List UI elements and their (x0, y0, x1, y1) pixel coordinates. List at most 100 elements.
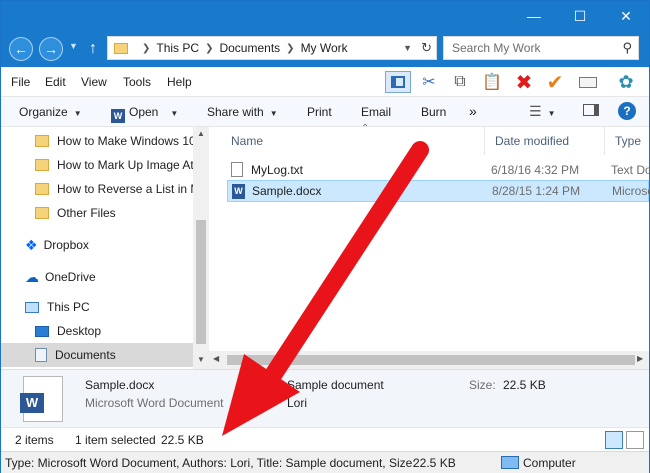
delete-icon[interactable]: ✖ (511, 71, 537, 94)
cut-icon[interactable]: ✂ (416, 71, 442, 93)
sidebar-item-label: Other Files (57, 206, 116, 220)
navigation-scrollbar[interactable]: ▲ ▼ (193, 127, 209, 369)
column-header-date[interactable]: Date modified (485, 127, 605, 155)
chevron-right-icon[interactable]: ❯ (205, 43, 213, 54)
share-with-button[interactable]: Share with ▼ (207, 105, 278, 119)
dropbox-icon: ❖ (25, 236, 38, 253)
open-label: Open (129, 105, 159, 119)
table-row[interactable]: W Sample.docx 8/28/15 1:24 PM Microsc (227, 180, 650, 202)
sidebar-item-label: How to Mark Up Image At (57, 158, 193, 172)
onedrive-icon: ☁ (25, 268, 39, 285)
sidebar-item-folder-1[interactable]: How to Make Windows 10 (1, 129, 193, 153)
status-item-count: 2 items (15, 433, 54, 447)
column-header-name[interactable]: Name ⌃ (221, 123, 485, 155)
details-filename: Sample.docx (85, 378, 155, 392)
scroll-right-icon[interactable]: ▶ (637, 354, 643, 363)
breadcrumb-my-work[interactable]: My Work (301, 41, 348, 55)
menu-file[interactable]: File (11, 75, 30, 89)
rename-icon[interactable] (575, 71, 601, 93)
shell-icon[interactable]: ✿ (613, 71, 639, 93)
scroll-up-icon[interactable]: ▲ (197, 129, 205, 138)
paste-icon[interactable]: 📋 (479, 71, 505, 93)
table-row[interactable]: MyLog.txt 6/18/16 4:32 PM Text Do (227, 159, 650, 181)
help-icon[interactable]: ? (618, 102, 636, 120)
checkmark-icon[interactable]: ✔ (542, 71, 568, 94)
back-icon[interactable]: ← (9, 37, 33, 61)
organize-button[interactable]: Organize ▼ (19, 105, 82, 119)
refresh-icon[interactable]: ↻ (421, 40, 432, 56)
computer-icon (501, 456, 519, 469)
sidebar-item-dropbox[interactable]: ❖ Dropbox (1, 233, 193, 257)
details-title[interactable]: Sample document (287, 378, 384, 392)
search-icon[interactable]: ⚲ (622, 40, 632, 56)
file-type: Microsc (612, 184, 650, 198)
sidebar-item-label: Dropbox (43, 238, 89, 252)
status-location: Computer (523, 456, 576, 470)
file-name: MyLog.txt (251, 163, 304, 177)
chevron-right-icon[interactable]: ❯ (142, 43, 150, 54)
maximize-icon[interactable]: ☐ (557, 1, 603, 31)
preview-pane-toggle-icon[interactable] (583, 104, 599, 119)
sidebar-item-label: OneDrive (45, 270, 96, 284)
scrollbar-thumb[interactable] (227, 355, 635, 365)
more-commands-button[interactable]: » (469, 103, 477, 119)
scroll-left-icon[interactable]: ◀ (213, 354, 219, 363)
details-pane: W Sample.docx Microsoft Word Document Sa… (1, 369, 649, 427)
details-view-icon[interactable] (605, 431, 623, 449)
menu-view[interactable]: View (81, 75, 107, 89)
search-placeholder: Search My Work (452, 41, 541, 55)
column-header-type[interactable]: Type (605, 127, 649, 155)
change-view-icon[interactable]: ☰ ▼ (529, 103, 555, 120)
address-bar[interactable]: ❯ This PC ❯ Documents ❯ My Work ▼ ↻ (107, 36, 437, 60)
recent-locations-icon[interactable]: ▼ (69, 41, 78, 51)
sidebar-item-label: This PC (47, 300, 90, 314)
file-list: Name ⌃ Date modified Type MyLog.txt 6/18… (209, 123, 650, 369)
scrollbar-thumb[interactable] (196, 220, 206, 344)
status-size: 22.5 KB (161, 433, 204, 447)
up-icon[interactable]: ↑ (83, 38, 103, 60)
email-button[interactable]: Email (361, 105, 391, 119)
chevron-down-icon: ▼ (73, 109, 82, 118)
details-size: 22.5 KB (503, 378, 546, 392)
horizontal-scrollbar[interactable]: ◀ ▶ (209, 351, 649, 369)
word-doc-icon: W (20, 376, 63, 422)
sidebar-item-documents[interactable]: Documents (1, 343, 193, 367)
forward-icon[interactable]: → (39, 37, 63, 61)
details-author[interactable]: Lori (287, 396, 307, 410)
status-summary: Type: Microsoft Word Document, Authors: … (5, 456, 416, 470)
sidebar-item-desktop[interactable]: Desktop (1, 319, 193, 343)
sidebar-item-other-files[interactable]: Other Files (1, 201, 193, 225)
sidebar-item-label: How to Reverse a List in M (57, 182, 193, 196)
sidebar-item-folder-2[interactable]: How to Mark Up Image At (1, 153, 193, 177)
details-size-label: Size: (469, 378, 496, 392)
open-button[interactable]: W Open ▼ (111, 105, 178, 123)
burn-button[interactable]: Burn (421, 105, 446, 119)
folder-icon (35, 183, 49, 195)
menu-bar: File Edit View Tools Help ✂ ⧉ 📋 ✖ ✔ ✿ (1, 67, 649, 97)
menu-edit[interactable]: Edit (45, 75, 66, 89)
menu-help[interactable]: Help (167, 75, 192, 89)
close-icon[interactable]: ✕ (603, 1, 649, 31)
address-dropdown-icon[interactable]: ▼ (403, 43, 412, 53)
sidebar-item-this-pc[interactable]: This PC (1, 295, 193, 319)
chevron-down-icon: ▼ (269, 109, 278, 118)
copy-icon[interactable]: ⧉ (447, 71, 473, 93)
print-button[interactable]: Print (307, 105, 332, 119)
file-date: 6/18/16 4:32 PM (491, 163, 580, 177)
large-icons-view-icon[interactable] (626, 431, 644, 449)
preview-pane-icon[interactable] (385, 71, 411, 93)
minimize-icon[interactable]: — (511, 1, 557, 31)
scroll-down-icon[interactable]: ▼ (197, 355, 205, 364)
search-input[interactable]: Search My Work ⚲ (443, 36, 639, 60)
breadcrumb-documents[interactable]: Documents (219, 41, 280, 55)
status-selected: 1 item selected (75, 433, 156, 447)
sidebar-item-onedrive[interactable]: ☁ OneDrive (1, 265, 193, 289)
chevron-right-icon[interactable]: ❯ (286, 43, 294, 54)
menu-tools[interactable]: Tools (123, 75, 151, 89)
folder-icon (35, 159, 49, 171)
sidebar-item-folder-3[interactable]: How to Reverse a List in M (1, 177, 193, 201)
command-bar: Organize ▼ W Open ▼ Share with ▼ Print Email… (1, 97, 649, 127)
title-bar: — ☐ ✕ (1, 1, 649, 31)
breadcrumb-this-pc[interactable]: This PC (156, 41, 199, 55)
text-file-icon (231, 162, 243, 177)
